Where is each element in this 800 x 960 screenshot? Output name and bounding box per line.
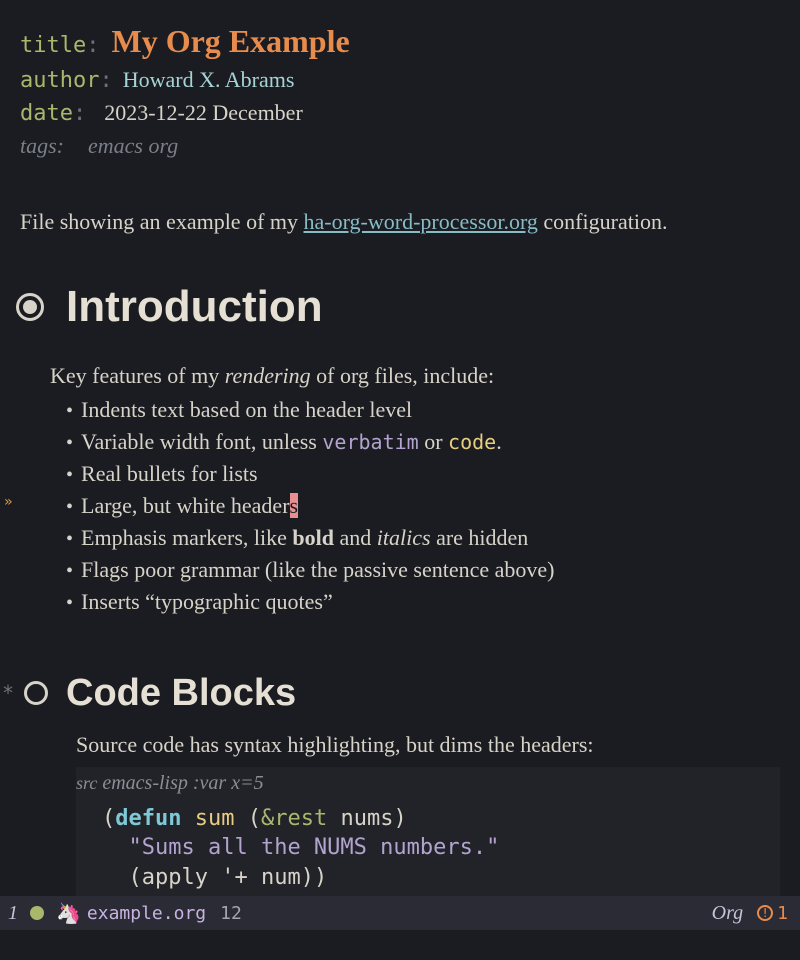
meta-val-date: 2023-12-22 December: [104, 97, 303, 129]
meta-author: author: Howard X. Abrams: [20, 64, 780, 97]
key-features-line: Key features of my rendering of org file…: [50, 360, 780, 392]
modeline[interactable]: 1 🦄 example.org 12 Org ! 1: [0, 896, 800, 930]
features-list: •Indents text based on the header level …: [66, 394, 780, 618]
heading-bullet-icon: [24, 681, 48, 705]
editor-buffer[interactable]: title: My Org Example author: Howard X. …: [0, 0, 800, 900]
modeline-warning[interactable]: ! 1: [757, 903, 788, 924]
modeline-window-number: 1: [8, 902, 18, 925]
bullet-icon: •: [66, 493, 73, 522]
bullet-icon: •: [66, 557, 73, 586]
modeline-line-number: 12: [220, 903, 242, 924]
list-item: •Flags poor grammar (like the passive se…: [66, 554, 780, 586]
bullet-icon: •: [66, 461, 73, 490]
unicorn-icon: 🦄: [56, 901, 81, 925]
meta-key-author: author: [20, 65, 99, 97]
intro-paragraph: File showing an example of my ha-org-wor…: [20, 206, 780, 238]
list-item: •Indents text based on the header level: [66, 394, 780, 426]
meta-val-tags: emacs org: [88, 130, 178, 162]
heading-text: Code Blocks: [66, 672, 296, 715]
fringe-indicator-icon: »: [4, 494, 12, 510]
heading-star-icon: *: [2, 681, 14, 705]
meta-key-date: date: [20, 98, 73, 130]
list-item: •Large, but white headers: [66, 490, 780, 522]
warning-icon: !: [757, 905, 773, 921]
meta-tags: tags: emacs org: [20, 130, 780, 162]
src-block: src emacs-lisp :var x=5 (defun sum (&res…: [76, 767, 780, 900]
meta-key-tags: tags:: [20, 130, 64, 162]
src-intro-text: Source code has syntax highlighting, but…: [76, 729, 780, 761]
text-cursor: s: [290, 493, 299, 518]
modeline-filename[interactable]: example.org: [87, 903, 206, 924]
meta-key-title: title: [20, 30, 86, 62]
bullet-icon: •: [66, 525, 73, 554]
heading-code-blocks[interactable]: * Code Blocks: [24, 672, 780, 715]
meta-date: date: 2023-12-22 December: [20, 97, 780, 130]
code-text: code: [448, 430, 496, 454]
heading-text: Introduction: [66, 282, 323, 332]
code-blocks-body: Source code has syntax highlighting, but…: [76, 729, 780, 900]
list-item: •Variable width font, unless verbatim or…: [66, 426, 780, 458]
bullet-icon: •: [66, 589, 73, 618]
meta-val-title: My Org Example: [111, 18, 349, 64]
meta-val-author: Howard X. Abrams: [123, 64, 295, 96]
src-begin-line: src emacs-lisp :var x=5: [76, 767, 780, 800]
warning-count: 1: [777, 903, 788, 924]
list-item: •Inserts “typographic quotes”: [66, 586, 780, 618]
meta-title: title: My Org Example: [20, 18, 780, 64]
verbatim-text: verbatim: [322, 430, 418, 454]
heading-introduction[interactable]: Introduction: [16, 282, 780, 332]
introduction-body: Key features of my rendering of org file…: [50, 360, 780, 618]
list-item: •Emphasis markers, like bold and italics…: [66, 522, 780, 554]
modeline-modified-icon: [30, 906, 44, 920]
heading-bullet-icon: [16, 293, 44, 321]
echo-area[interactable]: [0, 930, 800, 960]
modeline-major-mode[interactable]: Org: [712, 902, 743, 925]
list-item: •Real bullets for lists: [66, 458, 780, 490]
src-code-content[interactable]: (defun sum (&rest nums) "Sums all the NU…: [76, 800, 780, 897]
config-link[interactable]: ha-org-word-processor.org: [304, 209, 538, 234]
bullet-icon: •: [66, 429, 73, 458]
bullet-icon: •: [66, 397, 73, 426]
